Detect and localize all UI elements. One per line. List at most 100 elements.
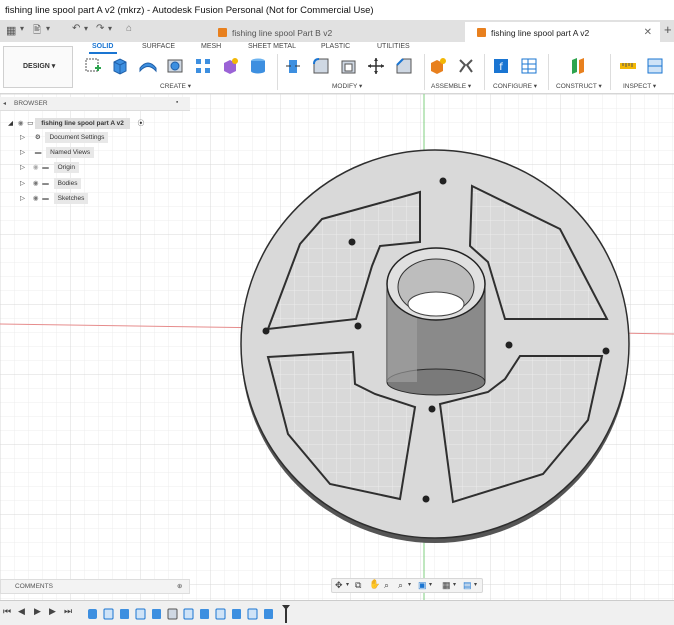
orbit-dropdown-icon[interactable]: ▾ — [346, 581, 349, 588]
revolve-icon[interactable] — [138, 56, 158, 76]
inspect-menu-label[interactable]: INSPECT ▾ — [623, 82, 656, 90]
create-form-icon[interactable] — [220, 56, 240, 76]
offset-plane-icon[interactable] — [568, 56, 588, 76]
file-dropdown-icon[interactable]: ▾ — [46, 24, 50, 33]
subtab-surface[interactable]: SURFACE — [142, 43, 175, 50]
new-tab-icon[interactable]: + — [664, 22, 672, 37]
grid-dropdown-icon[interactable]: ▾ — [453, 581, 456, 588]
activate-radio-icon[interactable]: ⦿ — [138, 120, 145, 127]
extrude-icon[interactable] — [110, 56, 130, 76]
pattern-icon[interactable] — [193, 56, 213, 76]
browser-item-sketches[interactable]: ▷ ◉ ▬ Sketches — [20, 193, 89, 206]
toolbar-divider — [610, 54, 611, 90]
redo-dropdown-icon[interactable]: ▾ — [108, 24, 112, 33]
visibility-eye-icon[interactable]: ◉ — [33, 180, 39, 187]
configure-menu-label[interactable]: CONFIGURE ▾ — [493, 82, 537, 90]
viewports-icon[interactable]: ▤ — [463, 580, 472, 591]
browser-header[interactable]: ◂ BROWSER ▪ — [0, 97, 190, 111]
subtab-mesh[interactable]: MESH — [201, 43, 221, 50]
visibility-eye-icon[interactable]: ◉ — [18, 120, 24, 127]
toolbar-divider — [484, 54, 485, 90]
step-forward-icon[interactable]: ▶ — [49, 606, 56, 617]
visibility-eye-icon[interactable]: ◉ — [33, 164, 39, 171]
configuration-table-icon[interactable] — [519, 56, 539, 76]
tab-part-b[interactable]: fishing line spool Part B v2 — [206, 22, 409, 42]
expand-arrow-icon[interactable]: ▷ — [20, 195, 25, 202]
go-to-start-icon[interactable]: ⏮ — [3, 606, 11, 617]
browser-item-bodies[interactable]: ▷ ◉ ▬ Bodies — [20, 178, 82, 191]
toolbar-divider — [548, 54, 549, 90]
expand-arrow-icon[interactable]: ◢ — [8, 120, 13, 127]
create-sketch-icon[interactable] — [83, 56, 103, 76]
home-icon[interactable]: ⌂ — [126, 23, 132, 34]
step-back-icon[interactable]: ◀ — [18, 606, 25, 617]
look-at-icon[interactable]: ⧉ — [355, 580, 361, 591]
document-icon: ▭ — [27, 120, 34, 127]
folder-icon: ▬ — [42, 195, 49, 202]
close-tab-icon[interactable]: ✕ — [644, 27, 652, 38]
go-to-end-icon[interactable]: ⏭ — [64, 606, 72, 617]
new-component-icon[interactable] — [428, 56, 448, 76]
expand-arrow-icon[interactable]: ▷ — [20, 149, 25, 156]
grid-settings-icon[interactable]: ▦ — [442, 580, 451, 591]
browser-root[interactable]: ◢ ◉ ▭ fishing line spool part A v2 ⦿ — [8, 117, 144, 129]
folder-icon: ▬ — [34, 149, 42, 156]
timeline-features[interactable] — [88, 608, 273, 620]
shell-icon[interactable] — [339, 56, 359, 76]
modify-menu-label[interactable]: MODIFY ▾ — [332, 82, 362, 90]
create-menu-label[interactable]: CREATE ▾ — [160, 82, 191, 90]
browser-item-document-settings[interactable]: ▷ ⚙ Document Settings — [20, 132, 109, 145]
visibility-eye-icon[interactable]: ◉ — [33, 195, 39, 202]
measure-icon[interactable] — [618, 56, 638, 76]
fit-icon[interactable]: ⌕ — [398, 580, 403, 591]
workspace-switcher[interactable]: DESIGN ▾ — [3, 46, 73, 88]
undo-dropdown-icon[interactable]: ▾ — [84, 24, 88, 33]
construct-menu-label[interactable]: CONSTRUCT ▾ — [556, 82, 602, 90]
subtab-plastic[interactable]: PLASTIC — [321, 43, 350, 50]
document-tab-bar: ▦ ▾ 🖹 ▾ ↶ ▾ ↷ ▾ ⌂ fishing line spool Par… — [0, 20, 674, 42]
change-parameters-icon[interactable]: f — [491, 56, 511, 76]
redo-icon[interactable]: ↷ — [96, 23, 104, 34]
browser-options-icon[interactable]: ▪ — [176, 99, 178, 106]
hole-icon[interactable] — [165, 56, 185, 76]
browser-item-named-views[interactable]: ▷ ▬ Named Views — [20, 147, 95, 160]
display-dropdown-icon[interactable]: ▾ — [429, 581, 432, 588]
expand-arrow-icon[interactable]: ▷ — [20, 134, 25, 141]
tab-part-a[interactable]: fishing line spool part A v2 ✕ — [465, 22, 660, 42]
gear-icon: ⚙ — [34, 134, 41, 141]
browser-panel: ◂ BROWSER ▪ ◢ ◉ ▭ fishing line spool par… — [0, 97, 190, 207]
add-comment-icon[interactable]: ⊕ — [177, 582, 182, 590]
grid-menu-icon[interactable]: ▦ — [6, 24, 16, 37]
fillet-icon[interactable] — [311, 56, 331, 76]
move-icon[interactable] — [366, 56, 386, 76]
zoom-dropdown-icon[interactable]: ▾ — [408, 581, 411, 588]
display-settings-icon[interactable]: ▣ — [418, 580, 427, 591]
zoom-icon[interactable]: ⌕ — [384, 580, 389, 591]
navigation-bar: ✥ ▾ ⧉ ✋ ⌕ ⌕ ▾ ▣ ▾ ▦ ▾ ▤ ▾ — [331, 578, 483, 593]
timeline-marker[interactable] — [282, 605, 290, 623]
browser-root-label: fishing line spool part A v2 — [35, 118, 130, 129]
timeline-feature-list[interactable] — [86, 605, 296, 623]
comments-panel[interactable]: COMMENTS ⊕ — [0, 579, 190, 594]
expand-arrow-icon[interactable]: ▷ — [20, 164, 25, 171]
press-pull-icon[interactable] — [283, 56, 303, 76]
subtab-sheet-metal[interactable]: SHEET METAL — [248, 43, 296, 50]
joint-icon[interactable] — [456, 56, 476, 76]
assemble-menu-label[interactable]: ASSEMBLE ▾ — [431, 82, 471, 90]
viewports-dropdown-icon[interactable]: ▾ — [474, 581, 477, 588]
cylinder-icon[interactable] — [248, 56, 268, 76]
browser-item-origin[interactable]: ▷ ◉ ▬ Origin — [20, 162, 79, 175]
play-icon[interactable]: ▶ — [34, 606, 41, 617]
pan-hand-icon[interactable]: ✋ — [369, 579, 380, 590]
section-analysis-icon[interactable] — [645, 56, 665, 76]
dropdown-icon[interactable]: ▾ — [20, 24, 24, 33]
spool-body[interactable] — [240, 149, 630, 543]
undo-icon[interactable]: ↶ — [72, 23, 80, 34]
collapse-panel-icon[interactable]: ◂ — [3, 100, 6, 107]
expand-arrow-icon[interactable]: ▷ — [20, 180, 25, 187]
file-icon[interactable]: 🖹 — [33, 23, 41, 40]
chamfer-icon[interactable] — [394, 56, 414, 76]
orbit-icon[interactable]: ✥ — [335, 580, 343, 591]
subtab-solid[interactable]: SOLID — [92, 43, 113, 50]
subtab-utilities[interactable]: UTILITIES — [377, 43, 410, 50]
